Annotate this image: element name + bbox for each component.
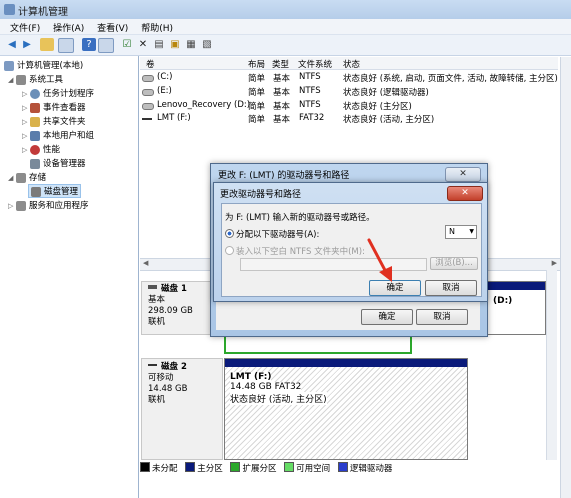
back-icon[interactable]: ◀ — [5, 38, 19, 51]
radio-unselected[interactable] — [225, 246, 234, 255]
tree-item-performance[interactable]: ▷ 性能 — [22, 143, 60, 155]
window-title: 计算机管理 — [18, 7, 68, 18]
expand-icon[interactable]: ▷ — [8, 202, 16, 210]
vertical-scrollbar[interactable] — [560, 57, 571, 498]
show-tree-icon[interactable] — [58, 38, 74, 53]
folder-path-input[interactable] — [240, 258, 427, 271]
menu-bar: 文件(F) 操作(A) 查看(V) 帮助(H) — [0, 19, 571, 35]
legend: 未分配 主分区 扩展分区 可用空间 逻辑驱动器 — [140, 462, 560, 476]
scroll-left-icon[interactable]: ◀ — [143, 259, 148, 267]
delete-icon[interactable]: ✕ — [136, 38, 150, 51]
drive-letter-path-dialog: 更改驱动器号和路径 ✕ 为 F: (LMT) 输入新的驱动器号或路径。 分配以下… — [213, 182, 488, 302]
performance-icon — [30, 144, 40, 155]
legend-extended: 扩展分区 — [230, 462, 276, 474]
scroll-right-icon[interactable]: ▶ — [552, 259, 557, 267]
expand-icon[interactable]: ◢ — [8, 174, 16, 182]
users-icon — [30, 130, 40, 141]
drive-icon — [142, 103, 154, 110]
partition-d[interactable]: (D:) — [482, 281, 546, 335]
prompt-text: 为 F: (LMT) 输入新的驱动器号或路径。 — [225, 213, 375, 223]
chevron-down-icon: ▼ — [469, 228, 474, 235]
computer-icon — [4, 60, 14, 71]
toolbar: ◀ ▶ ? ☑ ✕ ▤ ▣ ▦ ▧ — [0, 35, 571, 56]
legend-unallocated: 未分配 — [140, 462, 178, 474]
view-icon[interactable] — [98, 38, 114, 53]
services-icon — [16, 200, 26, 211]
title-bar: 计算机管理 — [0, 0, 571, 20]
drive-icon — [142, 89, 154, 96]
disk-tool-icon[interactable]: ▧ — [200, 38, 214, 51]
open-folder-icon[interactable]: ▣ — [168, 38, 182, 51]
legend-logical: 逻辑驱动器 — [337, 462, 392, 474]
check-icon[interactable]: ☑ — [120, 38, 134, 51]
up-folder-icon[interactable] — [40, 38, 54, 51]
volume-list-header: 卷 布局 类型 文件系统 状态 — [140, 57, 558, 70]
col-type[interactable]: 类型 — [272, 58, 289, 70]
drive-icon — [142, 75, 154, 82]
forward-icon[interactable]: ▶ — [20, 38, 34, 51]
navigation-tree: 计算机管理(本地) ◢ 系统工具 ▷ 任务计划程序 ▷ 事件查看器 ▷ 共享文件夹 ▷ 本… — [0, 56, 139, 498]
device-icon — [30, 158, 40, 169]
partition-f[interactable]: LMT (F:) 14.48 GB FAT32 状态良好 (活动, 主分区) — [224, 358, 468, 460]
browse-button[interactable]: 浏览(B)... — [430, 257, 478, 270]
cancel-button[interactable]: 取消 — [425, 280, 477, 296]
back-ok-button[interactable]: 确定 — [361, 309, 413, 325]
app-icon — [4, 4, 15, 15]
menu-action[interactable]: 操作(A) — [53, 21, 84, 34]
disk-icon — [148, 285, 157, 289]
dialog-body: 为 F: (LMT) 输入新的驱动器号或路径。 分配以下驱动器号(A): N ▼… — [221, 203, 482, 297]
tree-root[interactable]: 计算机管理(本地) — [4, 59, 83, 71]
expand-icon[interactable]: ▷ — [22, 104, 30, 112]
removable-drive-icon — [142, 118, 152, 120]
storage-icon — [16, 172, 26, 183]
menu-help[interactable]: 帮助(H) — [141, 21, 173, 34]
tree-disk-management[interactable]: 磁盘管理 — [28, 184, 82, 198]
drive-letter-select[interactable]: N ▼ — [445, 225, 477, 239]
radio-selected[interactable] — [225, 229, 234, 238]
close-icon[interactable]: ✕ — [445, 167, 481, 182]
save-icon[interactable]: ▦ — [184, 38, 198, 51]
event-icon — [30, 102, 40, 113]
dialog-title: 更改 F: (LMT) 的驱动器号和路径 — [218, 171, 350, 181]
col-filesystem[interactable]: 文件系统 — [298, 58, 332, 70]
col-status[interactable]: 状态 — [343, 58, 360, 70]
help-icon[interactable]: ? — [82, 38, 96, 51]
removable-disk-icon — [148, 364, 157, 366]
expand-icon[interactable]: ▷ — [22, 132, 30, 140]
graphical-scrollbar[interactable] — [546, 270, 557, 460]
legend-primary: 主分区 — [185, 462, 223, 474]
tree-item-device-manager[interactable]: 设备管理器 — [30, 157, 86, 169]
disk-2-info[interactable]: 磁盘 2 可移动 14.48 GB 联机 — [141, 358, 223, 460]
shared-folder-icon — [30, 116, 40, 127]
legend-free: 可用空间 — [284, 462, 330, 474]
col-layout[interactable]: 布局 — [248, 58, 265, 70]
tree-system-tools[interactable]: ◢ 系统工具 — [8, 73, 63, 85]
mount-folder-option[interactable]: 装入以下空白 NTFS 文件夹中(M): — [225, 245, 365, 257]
expand-icon[interactable]: ◢ — [8, 76, 16, 84]
properties-icon[interactable]: ▤ — [152, 38, 166, 51]
tree-storage[interactable]: ◢ 存储 — [8, 171, 46, 183]
disk-icon — [31, 186, 41, 197]
close-icon[interactable]: ✕ — [447, 186, 483, 201]
tools-icon — [16, 74, 26, 85]
dialog-title: 更改驱动器号和路径 — [220, 190, 302, 200]
annotation-arrow-icon — [367, 238, 392, 282]
menu-view[interactable]: 查看(V) — [97, 21, 128, 34]
clock-icon — [30, 88, 40, 99]
tree-item-task-scheduler[interactable]: ▷ 任务计划程序 — [22, 87, 94, 99]
tree-item-shared-folders[interactable]: ▷ 共享文件夹 — [22, 115, 86, 127]
tree-services[interactable]: ▷ 服务和应用程序 — [8, 199, 89, 211]
assign-letter-option[interactable]: 分配以下驱动器号(A): — [225, 228, 319, 240]
back-cancel-button[interactable]: 取消 — [416, 309, 468, 325]
col-volume[interactable]: 卷 — [146, 58, 155, 70]
expand-icon[interactable]: ▷ — [22, 118, 30, 126]
expand-icon[interactable]: ▷ — [22, 90, 30, 98]
expand-icon[interactable]: ▷ — [22, 146, 30, 154]
tree-item-event-viewer[interactable]: ▷ 事件查看器 — [22, 101, 86, 113]
tree-item-local-users[interactable]: ▷ 本地用户和组 — [22, 129, 94, 141]
menu-file[interactable]: 文件(F) — [10, 21, 40, 34]
